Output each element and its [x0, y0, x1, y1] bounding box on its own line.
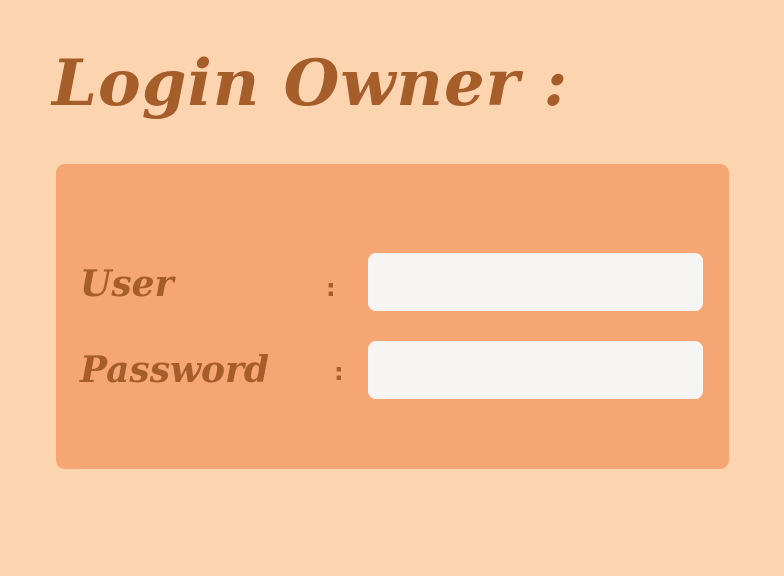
user-label: User: [80, 263, 174, 305]
password-label: Password: [80, 349, 270, 391]
user-input[interactable]: [368, 253, 703, 311]
user-label-colon: :: [326, 274, 336, 302]
password-input[interactable]: [368, 341, 703, 399]
login-panel: User : Password :: [56, 164, 729, 469]
password-label-colon: :: [334, 358, 344, 386]
page-title: Login Owner :: [52, 46, 569, 121]
